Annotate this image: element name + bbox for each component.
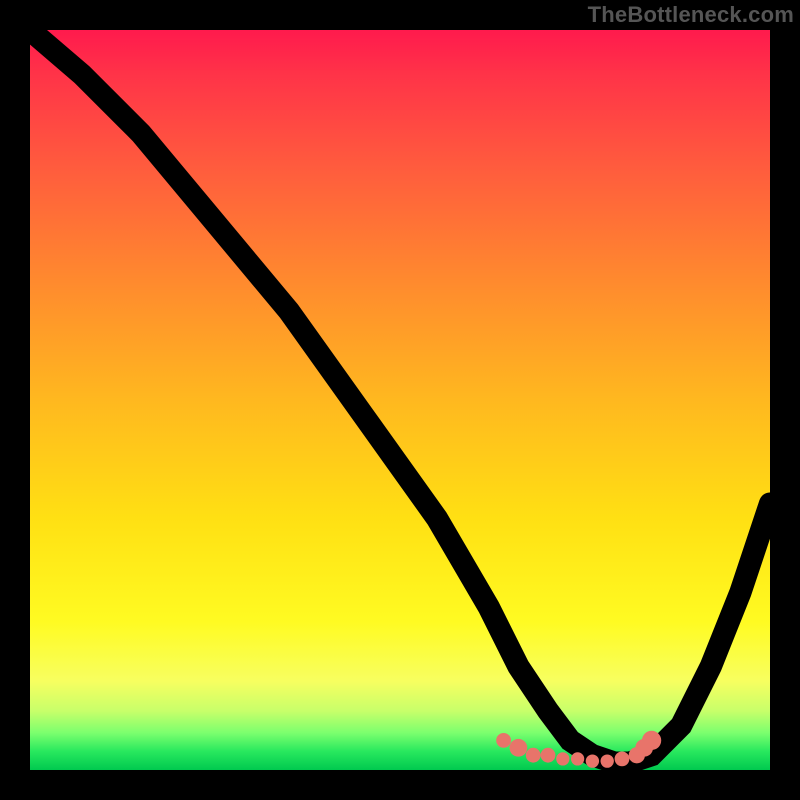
valley-dot: [541, 748, 556, 763]
valley-dot: [510, 739, 528, 757]
attribution-text: TheBottleneck.com: [588, 2, 794, 28]
valley-dot: [496, 733, 511, 748]
valley-dot: [586, 754, 599, 767]
plot-area: [30, 30, 770, 770]
valley-dot: [615, 752, 630, 767]
valley-dot: [556, 752, 569, 765]
curve-svg: [30, 30, 770, 770]
chart-frame: TheBottleneck.com: [0, 0, 800, 800]
valley-dot: [526, 748, 541, 763]
valley-dot: [642, 731, 661, 750]
valley-dot: [601, 754, 614, 767]
valley-dot: [571, 752, 584, 765]
bottleneck-curve: [30, 30, 770, 763]
